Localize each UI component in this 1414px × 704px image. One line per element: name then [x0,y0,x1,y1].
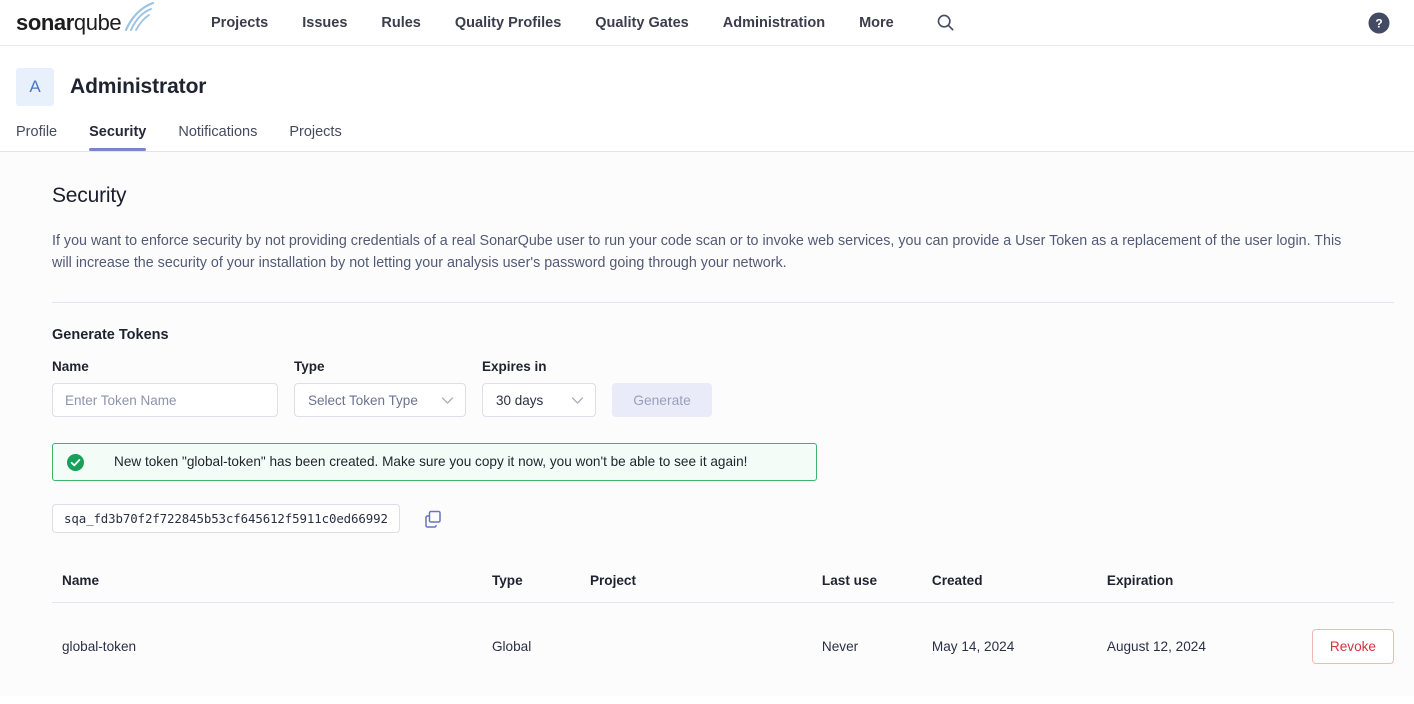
token-expires-label: Expires in [482,359,547,374]
user-header: A Administrator Profile Security Notific… [0,46,1414,152]
table-header-actions [1301,563,1394,603]
tab-profile[interactable]: Profile [16,124,73,151]
token-type-label: Type [294,359,325,374]
nav-item-quality-gates[interactable]: Quality Gates [578,0,705,46]
token-name-label: Name [52,359,89,374]
cell-token-created: May 14, 2024 [931,639,1015,654]
nav-item-quality-profiles[interactable]: Quality Profiles [438,0,578,46]
tab-notifications[interactable]: Notifications [162,124,273,151]
token-type-value: Select Token Type [308,392,418,408]
search-icon[interactable] [933,10,959,36]
user-tabs: Profile Security Notifications Projects [0,124,1414,151]
table-header-name: Name [52,563,482,603]
nav-items: Projects Issues Rules Quality Profiles Q… [194,0,959,46]
generate-tokens-heading: Generate Tokens [52,327,169,343]
token-expires-value: 30 days [496,392,544,408]
cell-token-type: Global [491,639,532,654]
token-type-field-group: Type Select Token Type [294,359,466,417]
tokens-table: Name Type Project Last use Created Expir… [52,563,1394,690]
nav-item-rules[interactable]: Rules [364,0,438,46]
copy-icon[interactable] [422,508,444,530]
nav-item-issues[interactable]: Issues [285,0,364,46]
table-header-last-use: Last use [811,563,922,603]
cell-token-project [580,603,812,691]
generate-token-form: Name Type Select Token Type Expires in 3… [52,359,1394,417]
tab-projects[interactable]: Projects [273,124,357,151]
token-expires-select[interactable]: 30 days [482,383,596,417]
token-name-input[interactable] [52,383,278,417]
table-header-row: Name Type Project Last use Created Expir… [52,563,1394,603]
sonarqube-logo[interactable]: sonarqube [16,1,156,40]
logo-arc-icon [124,1,155,31]
divider [52,302,1394,303]
table-header-project: Project [579,563,812,603]
page-description: If you want to enforce security by not p… [52,233,1342,271]
token-value[interactable]: sqa_fd3b70f2f722845b53cf645612f5911c0ed6… [52,504,400,533]
token-value-row: sqa_fd3b70f2f722845b53cf645612f5911c0ed6… [52,504,1394,533]
help-circle-icon[interactable]: ? [1368,12,1390,34]
token-created-alert: New token "global-token" has been create… [52,443,817,481]
page-user-name: Administrator [70,75,207,98]
chevron-down-icon [571,393,584,408]
table-row: global-token Global Never May 14, 2024 A… [52,603,1394,691]
top-navigation-bar: sonarqube Projects Issues Rules Quality … [0,0,1414,46]
alert-message: New token "global-token" has been create… [114,454,748,469]
nav-item-more[interactable]: More [842,0,911,46]
avatar: A [16,68,54,106]
logo-text-light: qube [73,9,122,35]
page-title: Security [52,184,127,207]
user-identity-row: A Administrator [0,68,1414,106]
tab-security[interactable]: Security [73,124,162,151]
chevron-down-icon [441,393,454,408]
table-header-expiration: Expiration [1096,563,1302,603]
table-header-type: Type [481,563,580,603]
table-header-created: Created [921,563,1097,603]
main-content: Security If you want to enforce security… [0,152,1414,696]
token-name-field-group: Name [52,359,278,417]
revoke-button[interactable]: Revoke [1311,629,1394,664]
token-type-select[interactable]: Select Token Type [294,383,466,417]
generate-button[interactable]: Generate [612,383,712,417]
cell-token-expiration: August 12, 2024 [1106,639,1206,654]
token-expires-field-group: Expires in 30 days [482,359,596,417]
check-circle-icon [67,453,84,471]
cell-token-last-use: Never [821,639,859,654]
nav-item-administration[interactable]: Administration [706,0,842,46]
nav-item-projects[interactable]: Projects [194,0,285,46]
svg-text:?: ? [1375,16,1382,30]
cell-token-actions: Revoke [1302,603,1394,691]
logo-text-bold: sonar [16,9,74,35]
cell-token-name: global-token [62,639,137,654]
